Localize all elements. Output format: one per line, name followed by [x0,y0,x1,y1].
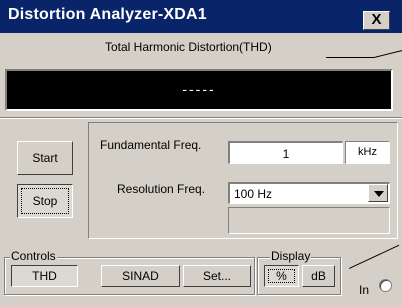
thd-display-value: ----- [182,81,216,97]
thd-button-label: THD [32,269,57,283]
input-radio[interactable] [379,279,392,292]
leader-line-diagonal [374,49,402,58]
controls-group-title: Controls [10,249,57,263]
distortion-analyzer-window: Distortion Analyzer-XDA1 X Total Harmoni… [0,0,402,307]
resolution-info-field [228,207,390,234]
db-button-label: dB [311,269,326,283]
percent-button[interactable]: % [264,265,299,287]
fundamental-freq-value: 1 [282,147,290,161]
db-button[interactable]: dB [302,265,335,287]
set-button[interactable]: Set... [183,265,251,287]
stop-button-label: Stop [32,194,58,208]
title-bar[interactable]: Distortion Analyzer-XDA1 X [0,0,402,33]
fundamental-freq-label: Fundamental Freq. [100,138,202,152]
thd-display: ----- [5,69,393,111]
thd-label: Total Harmonic Distortion(THD) [105,40,272,54]
leader-line [326,57,374,58]
percent-button-label: % [276,269,287,283]
resolution-freq-value: 100 Hz [234,187,273,201]
input-label: In [359,283,370,297]
close-icon: X [371,11,382,28]
sinad-button-label: SINAD [122,269,159,283]
window-title: Distortion Analyzer-XDA1 [8,6,207,23]
fundamental-freq-input[interactable]: 1 [228,141,343,164]
leader-line-diagonal [349,244,400,269]
sinad-button[interactable]: SINAD [101,265,180,287]
thd-button[interactable]: THD [11,265,78,287]
resolution-freq-select[interactable]: 100 Hz [228,182,390,204]
start-button[interactable]: Start [17,141,73,175]
close-button[interactable]: X [363,11,390,30]
start-button-label: Start [32,151,58,165]
set-button-label: Set... [202,269,231,283]
dropdown-button[interactable] [368,184,388,202]
resolution-freq-label: Resolution Freq. [117,182,206,196]
display-group-title: Display [270,249,312,263]
stop-button[interactable]: Stop [17,184,73,218]
separator [0,117,402,119]
chevron-down-icon [374,191,384,197]
frequency-unit: kHz [345,141,390,164]
